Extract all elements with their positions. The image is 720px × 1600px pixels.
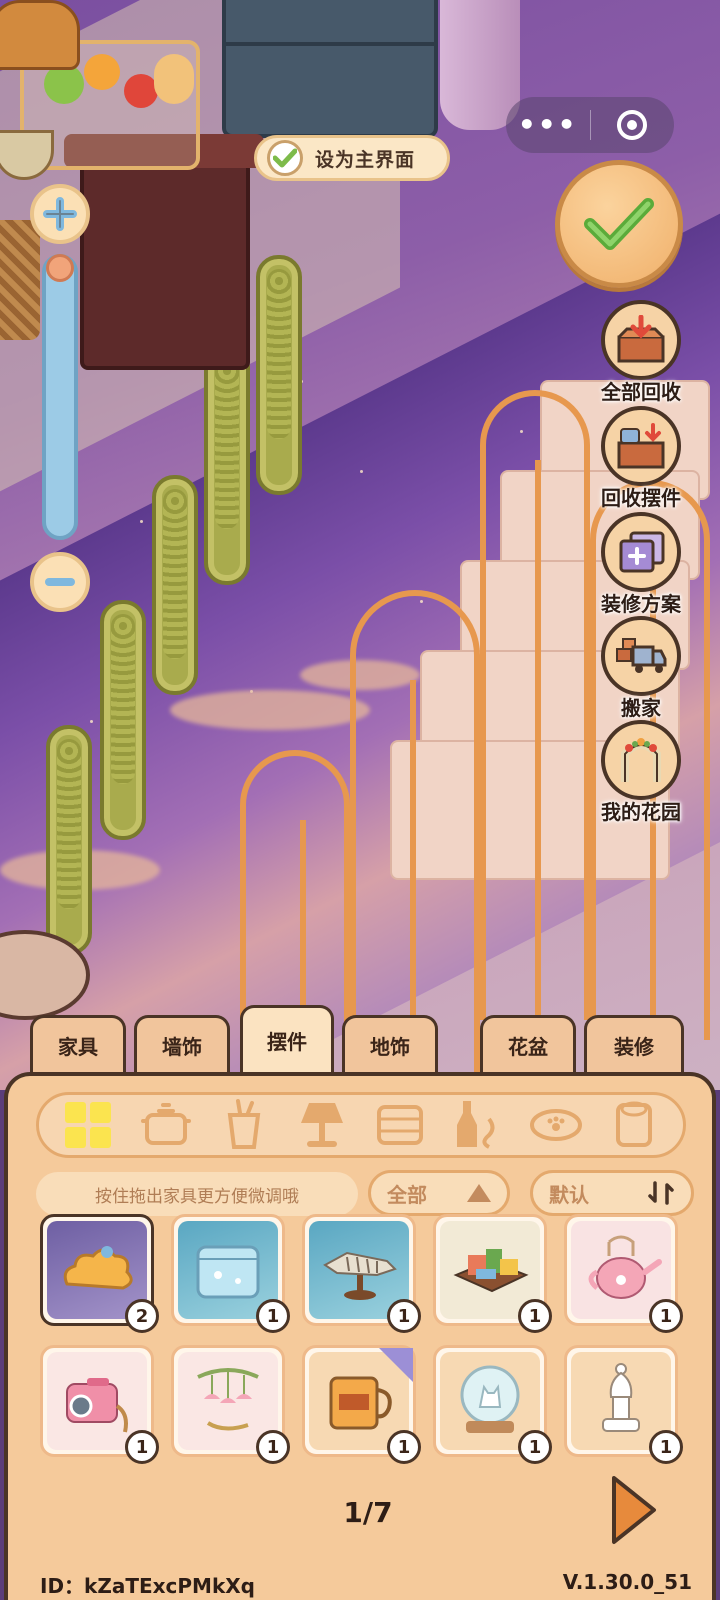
item-count-badge: 1 bbox=[256, 1430, 290, 1464]
page-indicator: 1/7 bbox=[343, 1496, 393, 1529]
tab-furniture[interactable]: 家具 bbox=[30, 1015, 126, 1073]
moss-panel[interactable] bbox=[256, 255, 302, 495]
moss-panel[interactable] bbox=[204, 345, 250, 585]
subcategory-bar bbox=[36, 1092, 686, 1158]
mini-program-capsule: ••• bbox=[506, 97, 674, 153]
star bbox=[360, 470, 363, 473]
side-table[interactable] bbox=[64, 134, 264, 370]
more-menu-button[interactable]: ••• bbox=[506, 97, 590, 153]
grid-all-icon[interactable] bbox=[58, 1097, 118, 1153]
triangle-right-icon bbox=[612, 1476, 656, 1544]
move-house-label: 搬家 bbox=[621, 696, 661, 720]
star bbox=[90, 720, 93, 723]
item-count-badge: 1 bbox=[387, 1430, 421, 1464]
plus-icon bbox=[43, 197, 77, 231]
category-tabs: 家具 墙饰 摆件 地饰 花盆 装修 bbox=[0, 1005, 720, 1075]
garden-arch-icon bbox=[601, 720, 681, 800]
star bbox=[140, 520, 143, 523]
cards-plus-icon bbox=[601, 512, 681, 592]
truck-icon bbox=[601, 616, 681, 696]
sort-dropdown[interactable]: 默认 bbox=[530, 1170, 694, 1216]
target-icon bbox=[617, 110, 648, 140]
box-recycle-icon bbox=[601, 406, 681, 486]
cup-icon[interactable] bbox=[214, 1097, 274, 1153]
cloud bbox=[170, 690, 370, 730]
triangle-up-icon bbox=[467, 1184, 491, 1202]
next-page-button[interactable] bbox=[608, 1472, 660, 1548]
confirm-button[interactable] bbox=[555, 160, 683, 288]
filter-dropdown[interactable]: 全部 bbox=[368, 1170, 510, 1216]
renovation-plan-button[interactable]: 装修方案 bbox=[586, 512, 696, 617]
item-tag-icon bbox=[379, 1348, 413, 1382]
tab-flower-pots[interactable]: 花盆 bbox=[480, 1015, 576, 1073]
tab-ornaments[interactable]: 摆件 bbox=[240, 1005, 334, 1073]
sort-label: 默认 bbox=[549, 1182, 589, 1207]
sort-arrows-icon bbox=[648, 1181, 674, 1205]
item-count-badge: 1 bbox=[649, 1430, 683, 1464]
item-count-badge: 1 bbox=[125, 1430, 159, 1464]
lamp-icon[interactable] bbox=[292, 1097, 352, 1153]
box-down-arrow-icon bbox=[601, 300, 681, 380]
item-slot[interactable]: 1 bbox=[433, 1345, 552, 1464]
check-icon bbox=[584, 198, 654, 250]
item-panel: 按住拖出家具更方便微调哦 全部 默认 2 1 1 1 1 1 1 1 1 1 1… bbox=[4, 1072, 716, 1600]
recycle-decor-label: 回收摆件 bbox=[601, 486, 681, 510]
item-slot[interactable]: 1 bbox=[564, 1214, 683, 1333]
item-slot[interactable]: 1 bbox=[302, 1345, 421, 1464]
set-as-home-button[interactable]: 设为主界面 bbox=[254, 135, 450, 181]
moss-panel[interactable] bbox=[100, 600, 146, 840]
filter-label: 全部 bbox=[387, 1182, 427, 1207]
set-as-home-label: 设为主界面 bbox=[315, 148, 416, 171]
item-slot[interactable]: 1 bbox=[40, 1345, 159, 1464]
zoom-slider-track[interactable] bbox=[42, 254, 78, 540]
rattan-chair bbox=[0, 220, 40, 340]
zoom-in-button[interactable] bbox=[30, 184, 90, 244]
check-icon bbox=[267, 140, 303, 176]
recycle-all-button[interactable]: 全部回收 bbox=[586, 300, 696, 405]
item-count-badge: 2 bbox=[125, 1299, 159, 1333]
bread-pile bbox=[0, 0, 80, 70]
recycle-decor-button[interactable]: 回收摆件 bbox=[586, 406, 696, 511]
minus-icon bbox=[45, 578, 75, 586]
item-count-badge: 1 bbox=[518, 1430, 552, 1464]
user-id: ID：kZaTExcPMkXq bbox=[40, 1574, 255, 1598]
version-label: V.1.30.0_51 bbox=[562, 1570, 692, 1594]
bottle-icon[interactable] bbox=[448, 1097, 508, 1153]
close-program-button[interactable] bbox=[591, 110, 675, 140]
drag-hint: 按住拖出家具更方便微调哦 bbox=[36, 1172, 358, 1216]
item-count-badge: 1 bbox=[387, 1299, 421, 1333]
item-slot[interactable]: 1 bbox=[171, 1214, 290, 1333]
item-slot[interactable]: 1 bbox=[171, 1345, 290, 1464]
item-slot[interactable]: 2 bbox=[40, 1214, 159, 1333]
moss-panel[interactable] bbox=[46, 725, 92, 955]
recycle-all-label: 全部回收 bbox=[601, 380, 681, 404]
tab-floor-decor[interactable]: 地饰 bbox=[342, 1015, 438, 1073]
renovation-plan-label: 装修方案 bbox=[601, 592, 681, 616]
zoom-slider-knob[interactable] bbox=[46, 254, 74, 282]
move-house-button[interactable]: 搬家 bbox=[586, 616, 696, 721]
my-garden-button[interactable]: 我的花园 bbox=[586, 720, 696, 825]
tab-renovation[interactable]: 装修 bbox=[584, 1015, 684, 1073]
pillow-icon[interactable] bbox=[370, 1097, 430, 1153]
item-slot[interactable]: 1 bbox=[302, 1214, 421, 1333]
zoom-out-button[interactable] bbox=[30, 552, 90, 612]
moss-panel[interactable] bbox=[152, 475, 198, 695]
item-slot[interactable]: 1 bbox=[564, 1345, 683, 1464]
item-slot[interactable]: 1 bbox=[433, 1214, 552, 1333]
tab-wall-decor[interactable]: 墙饰 bbox=[134, 1015, 230, 1073]
item-count-badge: 1 bbox=[256, 1299, 290, 1333]
item-count-badge: 1 bbox=[518, 1299, 552, 1333]
roll-icon[interactable] bbox=[604, 1097, 664, 1153]
fridge[interactable] bbox=[222, 0, 438, 138]
pot-icon[interactable] bbox=[136, 1097, 196, 1153]
item-count-badge: 1 bbox=[649, 1299, 683, 1333]
my-garden-label: 我的花园 bbox=[601, 800, 681, 824]
pet-bowl-icon[interactable] bbox=[526, 1097, 586, 1153]
